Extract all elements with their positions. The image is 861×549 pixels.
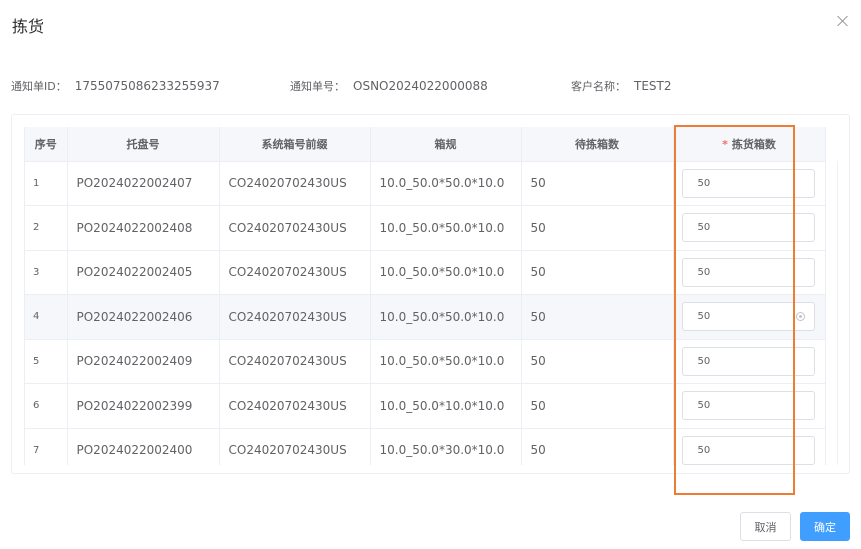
header-pallet: 托盘号 bbox=[67, 127, 220, 162]
header-box-prefix: 系统箱号前缀 bbox=[219, 127, 371, 162]
cell-pallet: PO2024022002409 bbox=[67, 339, 220, 384]
cell-index: 5 bbox=[25, 339, 68, 384]
cell-pending: 50 bbox=[521, 294, 674, 340]
cell-pending: 50 bbox=[521, 205, 674, 251]
table-panel: 序号 托盘号 系统箱号前缀 箱规 待拣箱数 * 拣货箱数 1 PO20240220… bbox=[11, 114, 850, 474]
cell-spec: 10.0_50.0*10.0*10.0 bbox=[370, 383, 522, 429]
picked-input[interactable] bbox=[681, 257, 815, 287]
table-row: 6 PO2024022002399 CO24020702430US 10.0_5… bbox=[25, 383, 826, 429]
picked-input[interactable] bbox=[681, 391, 815, 421]
cell-spec: 10.0_50.0*30.0*10.0 bbox=[370, 428, 522, 465]
close-icon[interactable] bbox=[836, 14, 850, 28]
notice-id-value: 1755075086233255937 bbox=[74, 79, 220, 93]
cell-index: 1 bbox=[25, 161, 68, 206]
picked-input[interactable] bbox=[681, 302, 815, 332]
table-row: 2 PO2024022002408 CO24020702430US 10.0_5… bbox=[25, 205, 826, 251]
required-mark: * bbox=[722, 137, 728, 151]
cell-index: 4 bbox=[25, 294, 68, 340]
cell-box-prefix: CO24020702430US bbox=[219, 250, 371, 295]
table-row: 3 PO2024022002405 CO24020702430US 10.0_5… bbox=[25, 250, 826, 295]
cell-picked bbox=[673, 205, 826, 251]
cell-spec: 10.0_50.0*50.0*10.0 bbox=[370, 161, 522, 206]
cell-index: 2 bbox=[25, 205, 68, 251]
cell-spec: 10.0_50.0*50.0*10.0 bbox=[370, 250, 522, 295]
cell-spec: 10.0_50.0*50.0*10.0 bbox=[370, 339, 522, 384]
cell-box-prefix: CO24020702430US bbox=[219, 339, 371, 384]
cell-pending: 50 bbox=[521, 161, 674, 206]
dialog-title: 拣货 bbox=[12, 17, 45, 36]
cell-pallet: PO2024022002400 bbox=[67, 428, 220, 465]
cell-box-prefix: CO24020702430US bbox=[219, 294, 371, 340]
notice-id: 通知单ID： 1755075086233255937 bbox=[11, 78, 220, 94]
cell-spec: 10.0_50.0*50.0*10.0 bbox=[370, 294, 522, 340]
picked-input[interactable] bbox=[681, 168, 815, 198]
cell-index: 3 bbox=[25, 250, 68, 295]
table-row: 5 PO2024022002409 CO24020702430US 10.0_5… bbox=[25, 339, 826, 384]
header-picked-label: 拣货箱数 bbox=[731, 137, 776, 151]
table-header-row: 序号 托盘号 系统箱号前缀 箱规 待拣箱数 * 拣货箱数 bbox=[25, 127, 826, 162]
picked-input[interactable] bbox=[681, 213, 815, 243]
clear-icon[interactable] bbox=[795, 312, 805, 322]
cell-pallet: PO2024022002405 bbox=[67, 250, 220, 295]
table-row: 1 PO2024022002407 CO24020702430US 10.0_5… bbox=[25, 161, 826, 206]
cell-pallet: PO2024022002406 bbox=[67, 294, 220, 340]
cell-spec: 10.0_50.0*50.0*10.0 bbox=[370, 205, 522, 251]
cell-index: 6 bbox=[25, 383, 68, 429]
table-row: 4 PO2024022002406 CO24020702430US 10.0_5… bbox=[25, 294, 826, 340]
pick-table: 序号 托盘号 系统箱号前缀 箱规 待拣箱数 * 拣货箱数 1 PO20240220… bbox=[24, 127, 838, 465]
picked-input[interactable] bbox=[681, 346, 815, 376]
header-spec: 箱规 bbox=[370, 127, 522, 162]
cell-box-prefix: CO24020702430US bbox=[219, 383, 371, 429]
table-scrollbar[interactable] bbox=[837, 161, 838, 465]
cell-box-prefix: CO24020702430US bbox=[219, 161, 371, 206]
cell-pallet: PO2024022002407 bbox=[67, 161, 220, 206]
cell-picked bbox=[673, 339, 826, 384]
cell-pallet: PO2024022002399 bbox=[67, 383, 220, 429]
header-pending: 待拣箱数 bbox=[521, 127, 674, 162]
customer-value: TEST2 bbox=[634, 79, 672, 93]
notice-id-label: 通知单ID： bbox=[11, 80, 67, 93]
cell-picked bbox=[673, 383, 826, 429]
header-index: 序号 bbox=[25, 127, 68, 162]
cell-picked bbox=[673, 250, 826, 295]
cell-pallet: PO2024022002408 bbox=[67, 205, 220, 251]
cell-box-prefix: CO24020702430US bbox=[219, 428, 371, 465]
cell-box-prefix: CO24020702430US bbox=[219, 205, 371, 251]
cell-pending: 50 bbox=[521, 339, 674, 384]
notice-no-label: 通知单号： bbox=[290, 80, 345, 93]
confirm-button[interactable]: 确定 bbox=[800, 512, 850, 541]
picked-input[interactable] bbox=[681, 435, 815, 465]
cell-picked bbox=[673, 428, 826, 465]
cell-pending: 50 bbox=[521, 250, 674, 295]
cell-picked bbox=[673, 294, 826, 340]
customer-label: 客户名称： bbox=[571, 80, 626, 93]
cell-pending: 50 bbox=[521, 428, 674, 465]
notice-no: 通知单号： OSNO2024022000088 bbox=[290, 78, 488, 94]
notice-no-value: OSNO2024022000088 bbox=[353, 79, 488, 93]
table-row: 7 PO2024022002400 CO24020702430US 10.0_5… bbox=[25, 428, 826, 465]
header-picked: * 拣货箱数 bbox=[673, 127, 826, 162]
cell-pending: 50 bbox=[521, 383, 674, 429]
customer: 客户名称： TEST2 bbox=[571, 78, 672, 94]
cell-index: 7 bbox=[25, 428, 68, 465]
cell-picked bbox=[673, 161, 826, 206]
cancel-button[interactable]: 取消 bbox=[740, 512, 791, 541]
